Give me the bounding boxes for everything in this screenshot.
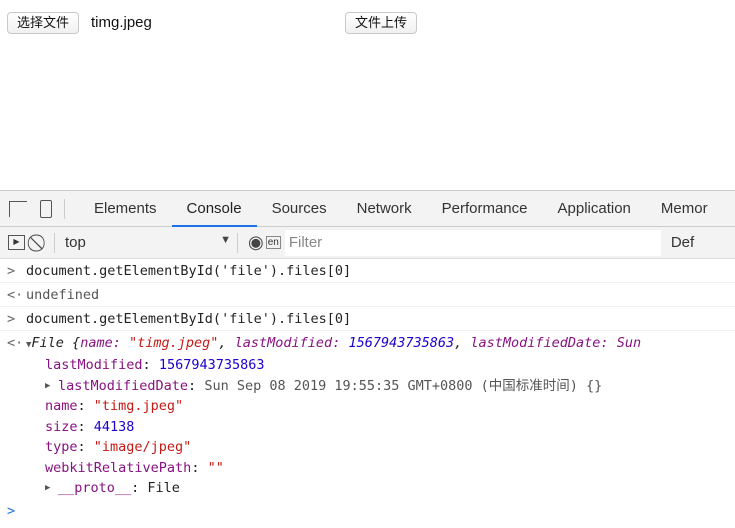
devtools-tabbar: Elements Console Sources Network Performance…: [0, 191, 735, 227]
property-value: Sun Sep 08 2019 19:55:35 GMT+0800 (中国标准时…: [204, 377, 603, 394]
sidebar-toggle-icon[interactable]: ▶: [8, 235, 25, 250]
filter-input[interactable]: Filter: [284, 229, 661, 256]
property-value: "timg.jpeg": [93, 398, 184, 414]
context-value: top: [65, 234, 86, 251]
inspect-element-icon[interactable]: [9, 200, 27, 217]
tab-console[interactable]: Console: [171, 191, 257, 227]
property-value: 1567943735863: [158, 357, 265, 373]
tab-application[interactable]: Application: [543, 191, 646, 227]
live-expression-eye-icon[interactable]: ◉: [248, 232, 264, 253]
selected-file-name: timg.jpeg: [91, 14, 152, 31]
devtools-panel: Elements Console Sources Network Performance…: [0, 190, 735, 528]
console-result-line: <· undefined: [0, 283, 735, 307]
property-row: size: 44138: [45, 418, 135, 435]
property-key: type: [45, 439, 78, 455]
property-value: 44138: [93, 418, 135, 435]
property-row[interactable]: ▶ __proto__: File: [0, 478, 735, 499]
property-key: name: [45, 398, 78, 414]
console-toolbar: ▶ ⃠ top▼ ◉ en Filter Def: [0, 227, 735, 259]
property-row: name: "timg.jpeg": [45, 398, 184, 414]
tab-performance[interactable]: Performance: [427, 191, 543, 227]
property-row[interactable]: ▶ lastModifiedDate: Sun Sep 08 2019 19:55…: [0, 376, 735, 397]
expand-triangle-icon[interactable]: ▶: [45, 376, 50, 397]
dropdown-arrow-icon: ▼: [220, 234, 231, 246]
choose-file-button[interactable]: 选择文件: [7, 12, 80, 34]
property-key: lastModifiedDate: [58, 377, 189, 394]
console-input-line: > document.getElementById('file').files[0…: [0, 307, 735, 331]
property-value: File: [147, 480, 180, 496]
context-select[interactable]: top ▼: [61, 234, 231, 251]
log-levels-dropdown[interactable]: Def: [671, 234, 694, 251]
property-value: "image/jpeg": [93, 439, 192, 455]
input-method-icon: en: [265, 236, 281, 249]
property-key: __proto__: [58, 480, 132, 496]
result-text: undefined: [26, 287, 100, 303]
tab-elements[interactable]: Elements: [79, 191, 172, 227]
upload-button[interactable]: 文件上传: [345, 12, 418, 34]
property-key: webkitRelativePath: [45, 459, 192, 476]
tab-network[interactable]: Network: [342, 191, 427, 227]
console-output: > document.getElementById('file').files[0…: [0, 259, 735, 523]
command-text: document.getElementById('file').files[0]: [26, 263, 352, 279]
console-prompt[interactable]: >: [0, 499, 735, 523]
property-value: "": [207, 459, 224, 476]
property-key: size: [45, 418, 78, 435]
tab-sources[interactable]: Sources: [257, 191, 342, 227]
property-row: webkitRelativePath: "": [45, 459, 224, 476]
web-page: 选择文件 timg.jpeg 文件上传: [0, 0, 735, 190]
property-row: lastModified: 1567943735863: [45, 357, 265, 373]
property-row: type: "image/jpeg": [45, 439, 192, 455]
property-key: lastModified: [45, 357, 143, 373]
console-input-line: > document.getElementById('file').files[0…: [0, 259, 735, 283]
tab-memor[interactable]: Memor: [646, 191, 723, 227]
expand-triangle-icon[interactable]: ▶: [45, 478, 50, 499]
command-text: document.getElementById('file').files[0]: [26, 311, 352, 327]
file-object-summary[interactable]: <· ▼File {name: "timg.jpeg", lastModified…: [0, 331, 735, 355]
device-toolbar-icon[interactable]: [40, 199, 52, 218]
